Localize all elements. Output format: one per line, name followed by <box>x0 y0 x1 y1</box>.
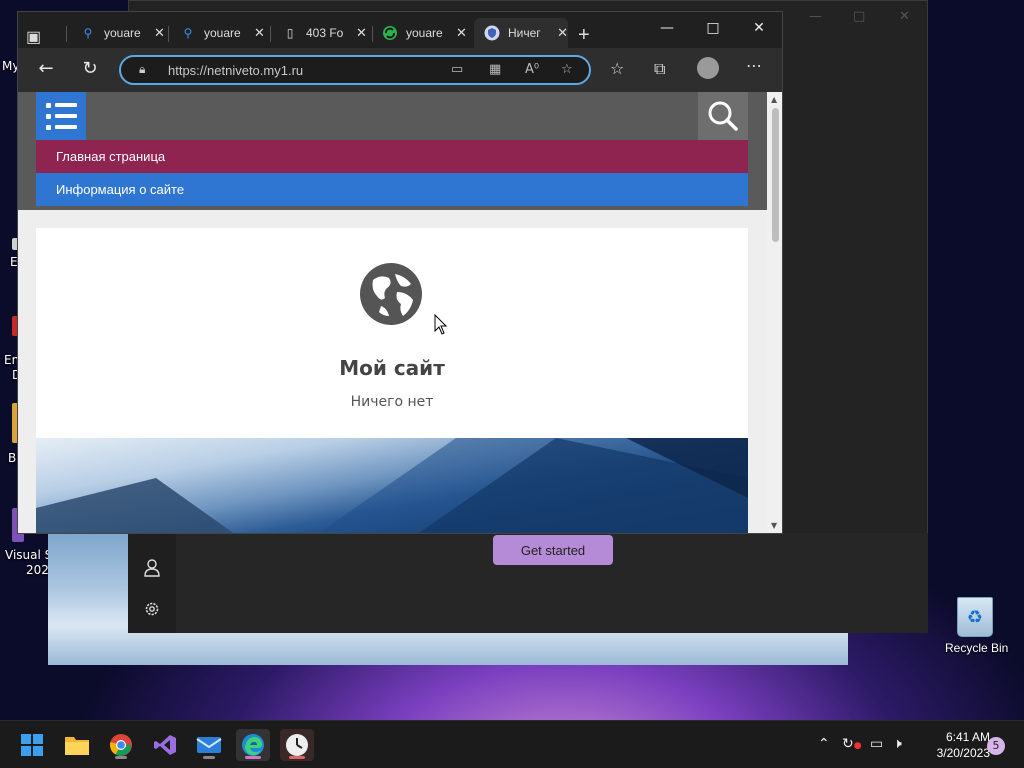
scroll-up-arrow-icon[interactable]: ▲ <box>771 95 777 104</box>
url-text[interactable]: https://netniveto.my1.ru <box>168 63 303 78</box>
address-toolbar: ← ↻ 🔒︎ https://netniveto.my1.ru ▭ ▦ A⁰ ☆… <box>18 48 782 92</box>
windows-logo-icon <box>21 734 43 756</box>
page-scrollbar[interactable]: ▲ ▼ <box>767 92 782 533</box>
tab-bar: ▣ ⚲ youare ✕ ⚲ youare ✕ ▯ 403 Fo ✕ youar… <box>18 12 782 50</box>
tab-youare-3[interactable]: youare ✕ <box>372 18 472 48</box>
edge-icon <box>242 734 264 756</box>
taskbar-chrome[interactable] <box>104 729 138 761</box>
close-tab-icon[interactable]: ✕ <box>557 25 568 41</box>
site-subtitle: Ничего нет <box>350 394 434 410</box>
network-icon[interactable]: ▭ <box>870 736 883 752</box>
tab-label: 403 Fo <box>306 26 344 40</box>
skyscraper-banner-image <box>36 438 748 533</box>
tray-chevron-up-icon[interactable]: ⌃ <box>818 736 830 752</box>
taskbar-mail[interactable] <box>192 729 226 761</box>
back-arrow-icon[interactable]: ← <box>32 58 60 79</box>
visual-studio-icon <box>154 735 176 755</box>
site-header: Главная страница Информация о сайте <box>18 92 767 210</box>
nav-site-info[interactable]: Информация о сайте <box>36 173 748 206</box>
tab-youare-1[interactable]: ⚲ youare ✕ <box>70 18 168 48</box>
close-icon[interactable]: ✕ <box>899 9 910 24</box>
address-bar[interactable]: 🔒︎ https://netniveto.my1.ru ▭ ▦ A⁰ ☆ <box>119 55 591 85</box>
lock-icon[interactable]: 🔒︎ <box>139 62 145 77</box>
recycle-bin[interactable]: ♻ Recycle Bin <box>945 597 1009 655</box>
edge-browser-window: ▣ ⚲ youare ✕ ⚲ youare ✕ ▯ 403 Fo ✕ youar… <box>17 11 783 534</box>
tab-label: youare <box>204 26 241 40</box>
clock-icon <box>286 734 308 756</box>
taskbar-file-explorer[interactable] <box>60 729 94 761</box>
get-started-button[interactable]: Get started <box>493 535 613 565</box>
green-refresh-icon <box>382 25 398 41</box>
profile-avatar[interactable] <box>697 57 719 79</box>
tab-403[interactable]: ▯ 403 Fo ✕ <box>272 18 372 48</box>
close-icon[interactable]: ✕ <box>736 20 782 36</box>
maximize-icon[interactable]: □ <box>853 9 865 24</box>
taskbar-visual-studio[interactable] <box>148 729 182 761</box>
scrollbar-thumb[interactable] <box>772 108 779 242</box>
tab-label: youare <box>406 26 443 40</box>
site-title: Мой сайт <box>339 356 445 380</box>
read-aloud-icon[interactable]: A⁰ <box>525 62 539 77</box>
folder-icon <box>65 737 89 755</box>
qr-code-icon[interactable]: ▦ <box>489 62 501 77</box>
web-page: Главная страница Информация о сайте Мой … <box>18 92 767 533</box>
app-available-icon[interactable]: ▭ <box>451 62 463 77</box>
search-icon <box>708 101 738 131</box>
tab-active-nichego[interactable]: Ничег ✕ <box>474 18 568 48</box>
tab-label: Ничег <box>508 26 541 40</box>
refresh-icon[interactable]: ↻ <box>76 58 104 79</box>
page-icon: ▯ <box>286 26 294 40</box>
taskbar-clock-app[interactable] <box>280 729 314 761</box>
add-favorite-icon[interactable]: ☆ <box>561 62 573 77</box>
minimize-icon[interactable]: — <box>809 9 822 24</box>
minimize-icon[interactable]: — <box>644 20 690 36</box>
sync-icon[interactable]: ↻● <box>842 736 862 752</box>
mail-icon <box>196 737 222 753</box>
menu-list-icon[interactable] <box>36 92 86 140</box>
clock-time: 6:41 AM <box>945 730 990 744</box>
background-app-sidebar <box>128 533 176 633</box>
volume-icon[interactable]: 🕨︎ <box>893 736 902 752</box>
recycle-bin-label: Recycle Bin <box>945 641 1009 655</box>
chrome-icon <box>110 734 132 756</box>
search-icon: ⚲ <box>183 26 193 40</box>
maximize-icon[interactable]: □ <box>690 20 736 36</box>
favorites-icon[interactable]: ☆ <box>610 59 624 78</box>
taskbar-edge[interactable] <box>236 729 270 761</box>
search-icon: ⚲ <box>83 26 93 40</box>
site-search-button[interactable] <box>698 92 748 140</box>
collections-icon[interactable]: ⧉ <box>654 59 665 79</box>
mouse-cursor-icon <box>434 314 448 335</box>
close-tab-icon[interactable]: ✕ <box>254 25 265 41</box>
taskbar: ⌃ ↻● ▭ 🕨︎ 6:41 AM 3/20/2023 5 <box>0 720 1024 768</box>
recycle-bin-icon: ♻ <box>957 597 993 637</box>
scroll-down-arrow-icon[interactable]: ▼ <box>771 521 777 530</box>
clock-date: 3/20/2023 <box>936 746 990 760</box>
site-hero: Мой сайт Ничего нет <box>36 228 748 438</box>
person-icon[interactable] <box>144 559 160 577</box>
tab-label: youare <box>104 26 141 40</box>
close-tab-icon[interactable]: ✕ <box>456 25 467 41</box>
settings-gear-icon[interactable] <box>144 601 160 617</box>
more-menu-icon[interactable]: ⋯ <box>746 56 762 75</box>
site-shield-icon <box>484 25 500 41</box>
notification-badge[interactable]: 5 <box>987 737 1005 755</box>
start-button[interactable] <box>15 729 49 761</box>
close-tab-icon[interactable]: ✕ <box>154 25 165 41</box>
globe-icon <box>360 263 422 325</box>
nav-home[interactable]: Главная страница <box>36 140 748 173</box>
close-tab-icon[interactable]: ✕ <box>356 25 367 41</box>
new-tab-button[interactable]: + <box>578 20 590 50</box>
system-clock[interactable]: 6:41 AM 3/20/2023 <box>920 729 990 761</box>
tab-youare-2[interactable]: ⚲ youare ✕ <box>170 18 270 48</box>
